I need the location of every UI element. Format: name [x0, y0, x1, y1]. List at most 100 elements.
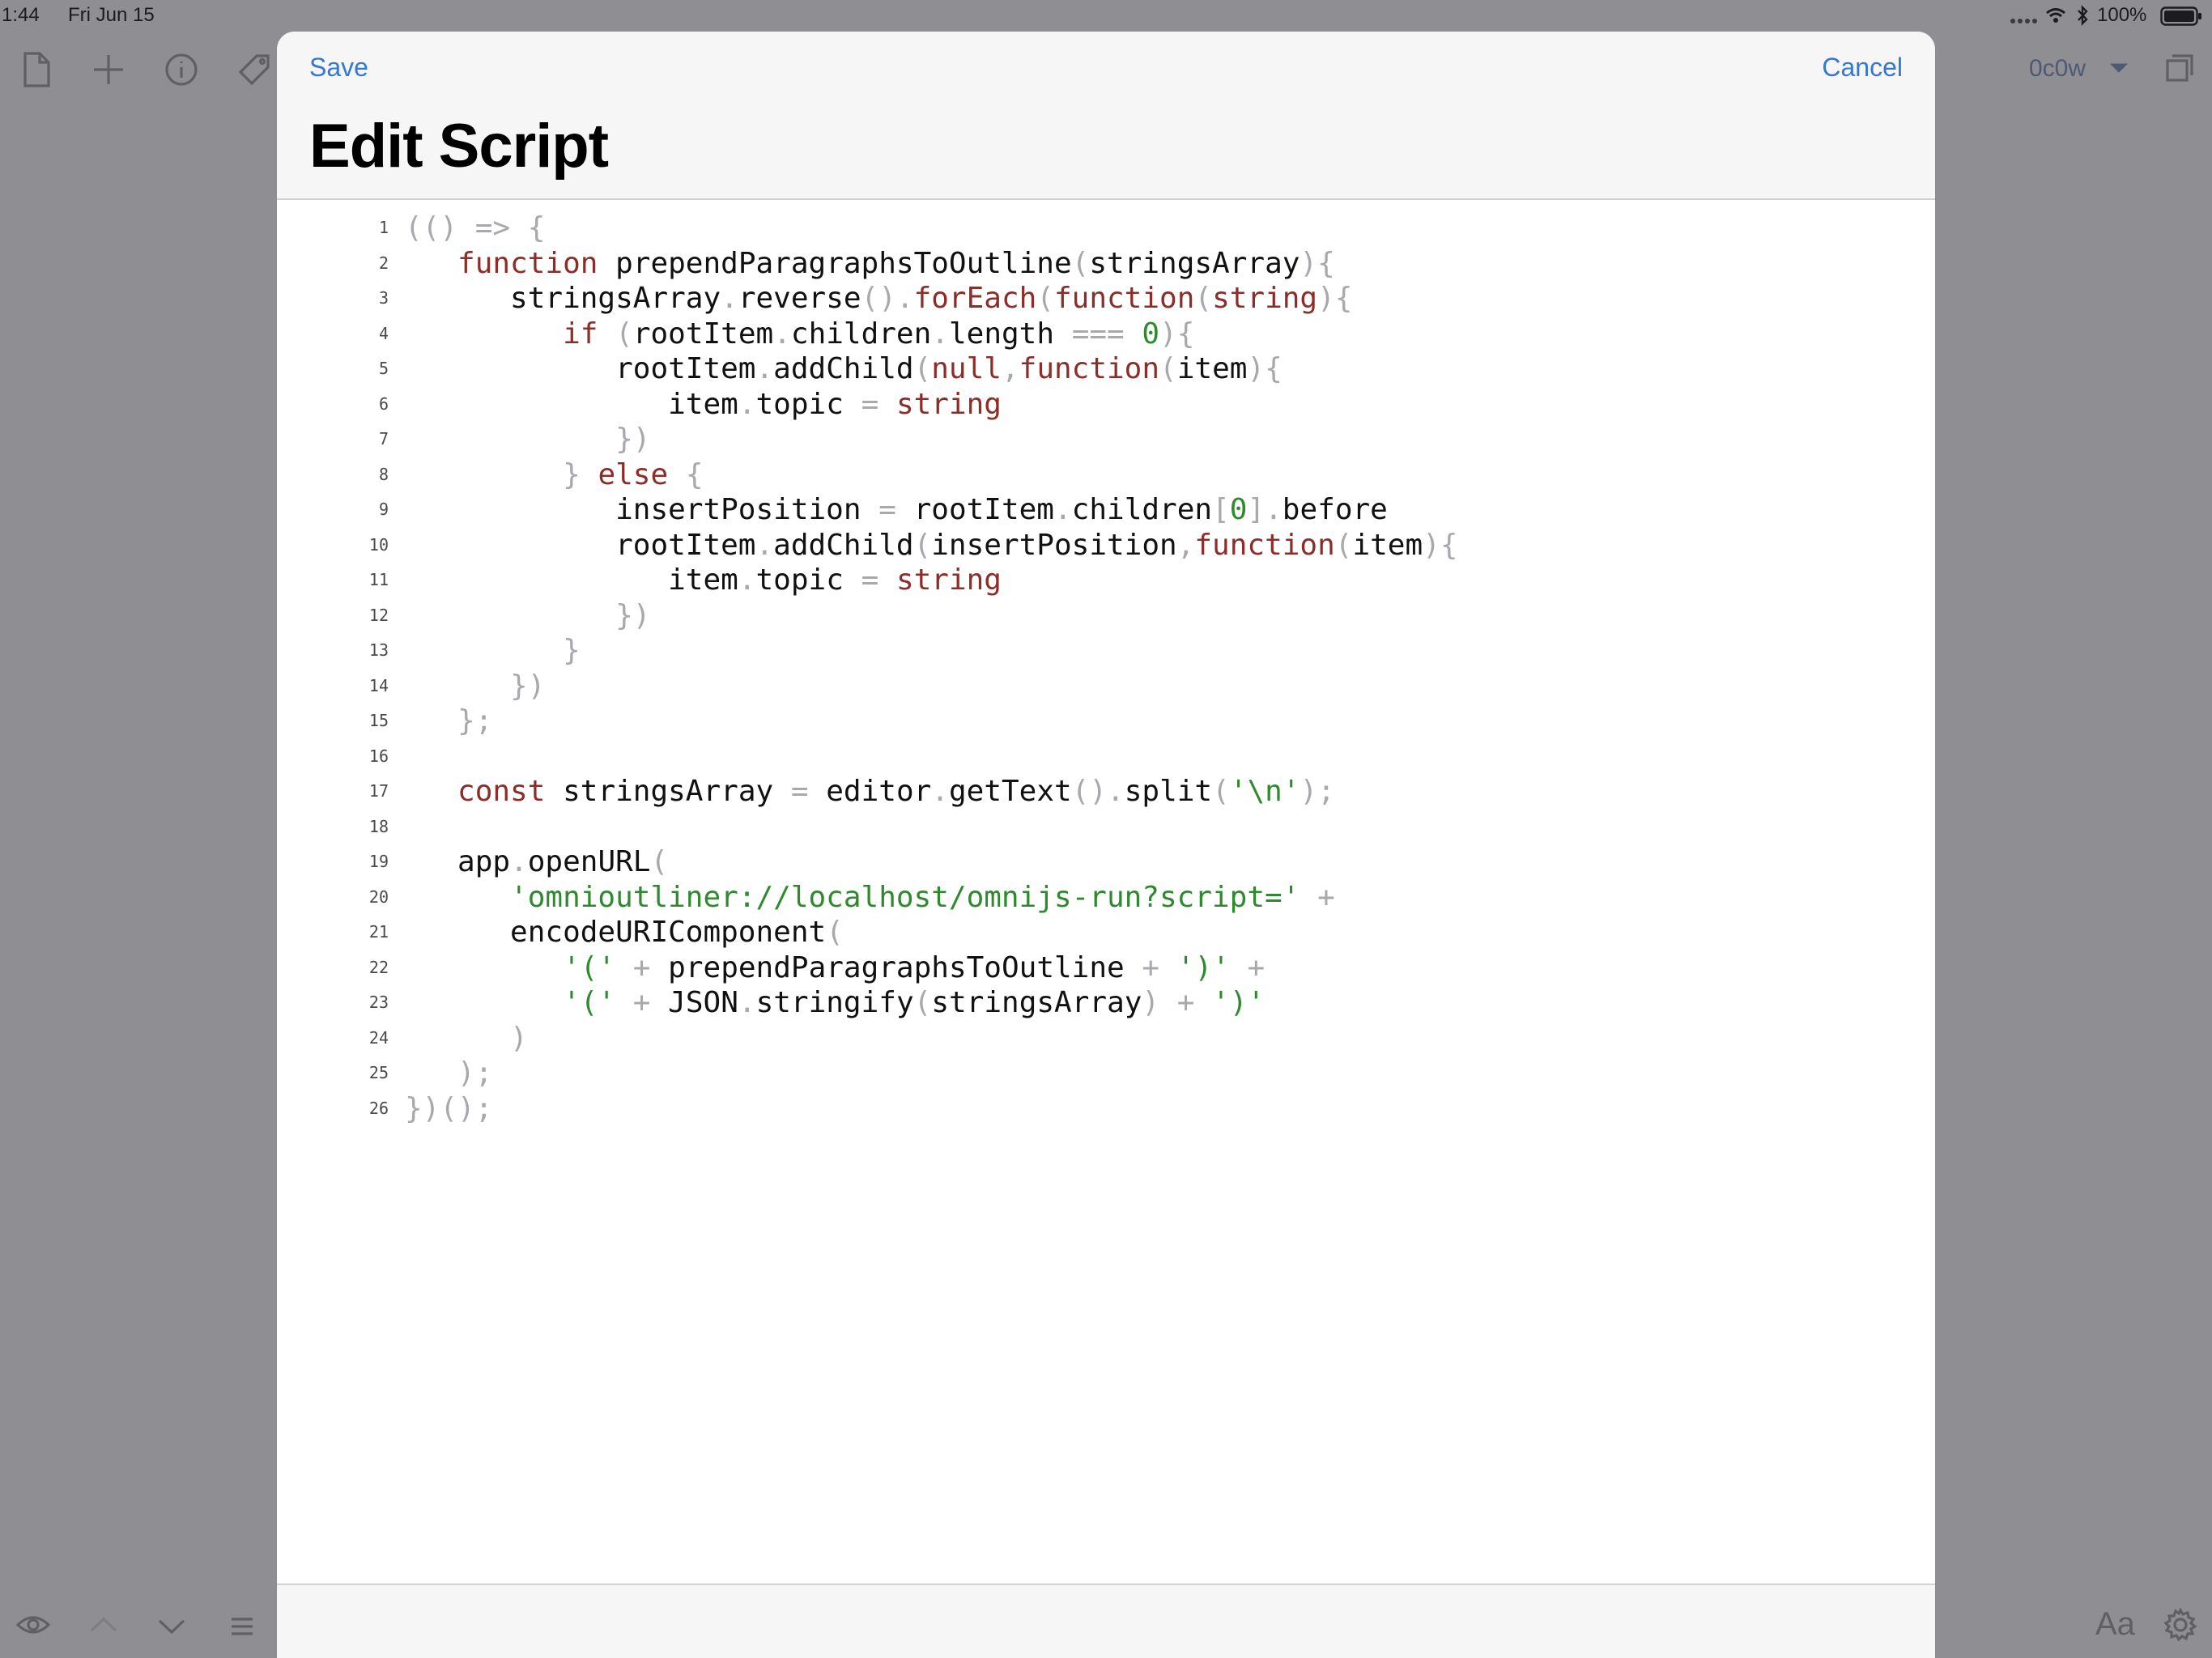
code-line: item.topic = string [405, 563, 1458, 598]
code-token: (() => { [405, 211, 546, 244]
code-token: stringsArray [563, 775, 774, 808]
info-icon[interactable] [164, 52, 199, 87]
line-number: 20 [368, 886, 389, 907]
code-token: (). [1071, 775, 1125, 808]
modal-footer [277, 1584, 1935, 1658]
code-line: item.topic = string [405, 387, 1458, 423]
code-token: prependParagraphsToOutline [615, 246, 1072, 280]
code-token: . [773, 317, 791, 351]
code-token: 0 [1142, 317, 1160, 351]
code-token: }) [615, 423, 651, 456]
code-token: }) [615, 598, 651, 632]
code-token: rootItem [913, 493, 1054, 526]
code-token: ){ [1317, 282, 1353, 315]
code-token: + [1176, 986, 1195, 1019]
code-token: + [632, 986, 651, 1019]
font-settings-button[interactable]: Aa [2095, 1606, 2135, 1643]
code-token: children [790, 317, 932, 351]
document-icon[interactable] [19, 50, 53, 89]
code-token: stringsArray [1089, 246, 1300, 280]
code-token: rootItem [632, 317, 774, 351]
line-number: 1 [378, 218, 389, 237]
code-token: . [721, 282, 738, 315]
code-editor[interactable]: 1 2 3 4 5 6 7 8 9 10 11 12 13 14 15 16 17 18 19 20 21 22 23 24 2… [277, 200, 1935, 1585]
list-icon[interactable] [228, 1614, 256, 1639]
status-time: 1:44 [2, 4, 40, 26]
line-number: 19 [368, 852, 389, 871]
tag-icon[interactable] [236, 52, 272, 87]
code-token: (). [861, 282, 914, 315]
gear-icon[interactable] [2162, 1606, 2199, 1643]
code-line: }) [405, 669, 1458, 704]
code-token: addChild [773, 528, 914, 562]
code-token: stringsArray [931, 986, 1142, 1019]
line-number: 10 [368, 534, 389, 555]
line-number: 16 [368, 746, 389, 766]
code-token: ){ [1247, 352, 1283, 385]
code-token: = [861, 563, 879, 597]
code-token: before [1282, 493, 1388, 526]
code-line: const stringsArray = editor.getText().sp… [405, 774, 1458, 810]
line-number: 17 [368, 781, 389, 801]
duplicate-icon[interactable] [2163, 52, 2196, 84]
plus-icon[interactable] [91, 52, 126, 87]
code-token: item [668, 563, 738, 597]
line-number: 6 [378, 393, 389, 414]
code-token: ( [913, 986, 932, 1019]
code-token: '(' [563, 950, 616, 984]
code-token: function [457, 246, 598, 280]
code-token: rootItem [615, 352, 756, 385]
code-line: insertPosition = rootItem.children[0].be… [405, 492, 1458, 528]
code-token: = [878, 493, 896, 526]
code-token: getText [948, 775, 1072, 808]
save-button[interactable]: Save [309, 53, 368, 83]
line-number: 25 [368, 1063, 389, 1082]
line-number: 5 [378, 359, 389, 378]
line-number: 3 [378, 288, 389, 308]
document-title-label[interactable]: 0c0w [2029, 55, 2086, 83]
chevron-up-icon[interactable] [87, 1614, 120, 1635]
code-token: ( [1071, 246, 1090, 280]
chevron-down-icon[interactable] [2108, 60, 2129, 76]
code-token: }; [457, 704, 493, 738]
code-line: ); [405, 1056, 1458, 1091]
code-token: forEach [913, 282, 1037, 315]
code-token: ); [457, 1056, 493, 1090]
cancel-button[interactable]: Cancel [1822, 53, 1903, 83]
code-token: rootItem [615, 528, 756, 562]
line-number: 13 [368, 640, 389, 660]
code-token: if [563, 317, 598, 351]
code-token: string [895, 563, 1002, 597]
eye-icon[interactable] [15, 1613, 52, 1637]
line-number: 4 [378, 323, 389, 343]
chevron-down-icon[interactable] [155, 1616, 188, 1637]
code-token: item [1176, 352, 1248, 385]
code-token: item [1352, 528, 1423, 562]
code-line: rootItem.addChild(insertPosition,functio… [405, 528, 1457, 563]
code-line: }) [405, 422, 1458, 457]
code-token: . [755, 352, 774, 385]
code-token: . [931, 317, 949, 351]
code-token: ( [826, 916, 844, 949]
code-token: editor [826, 775, 932, 808]
code-token: , [1001, 352, 1019, 385]
code-token: ( [913, 528, 932, 562]
battery-icon [2160, 6, 2202, 30]
code-text[interactable]: (() => { function prependParagraphsToOut… [405, 210, 1458, 1126]
